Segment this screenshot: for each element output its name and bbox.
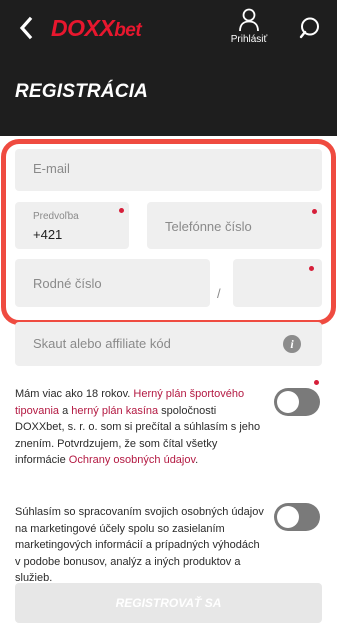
- highlight-box: [1, 139, 336, 325]
- toggle-knob: [277, 506, 299, 528]
- search-icon[interactable]: [297, 15, 323, 41]
- back-arrow-icon[interactable]: [16, 16, 38, 40]
- login-button[interactable]: Prihlásiť: [226, 8, 272, 48]
- marketing-consent-text: Súhlasím so spracovaním svojich osobných…: [15, 506, 264, 584]
- age-consent-text: Mám viac ako 18 rokov. Herný plán športo…: [15, 388, 261, 466]
- doxxbet-logo[interactable]: DOXXbet: [51, 13, 142, 46]
- age-consent-toggle[interactable]: [274, 388, 320, 416]
- toggle-knob: [277, 391, 299, 413]
- affiliate-placeholder: Skaut alebo affiliate kód: [33, 336, 171, 351]
- info-icon[interactable]: i: [283, 335, 301, 353]
- header-bar: DOXXbet Prihlásiť REGISTRÁCIA: [0, 0, 337, 136]
- user-icon: [239, 8, 259, 32]
- privacy-policy-link[interactable]: Ochrany osobných údajov: [69, 454, 195, 466]
- register-button[interactable]: REGISTROVAŤ SA: [15, 583, 322, 623]
- affiliate-code-field[interactable]: Skaut alebo affiliate kód: [15, 322, 322, 366]
- marketing-consent-toggle[interactable]: [274, 503, 320, 531]
- login-label: Prihlásiť: [230, 34, 268, 45]
- required-indicator: [314, 380, 319, 385]
- page-title: REGISTRÁCIA: [15, 81, 149, 102]
- casino-plan-link[interactable]: herný plán kasína: [71, 405, 158, 417]
